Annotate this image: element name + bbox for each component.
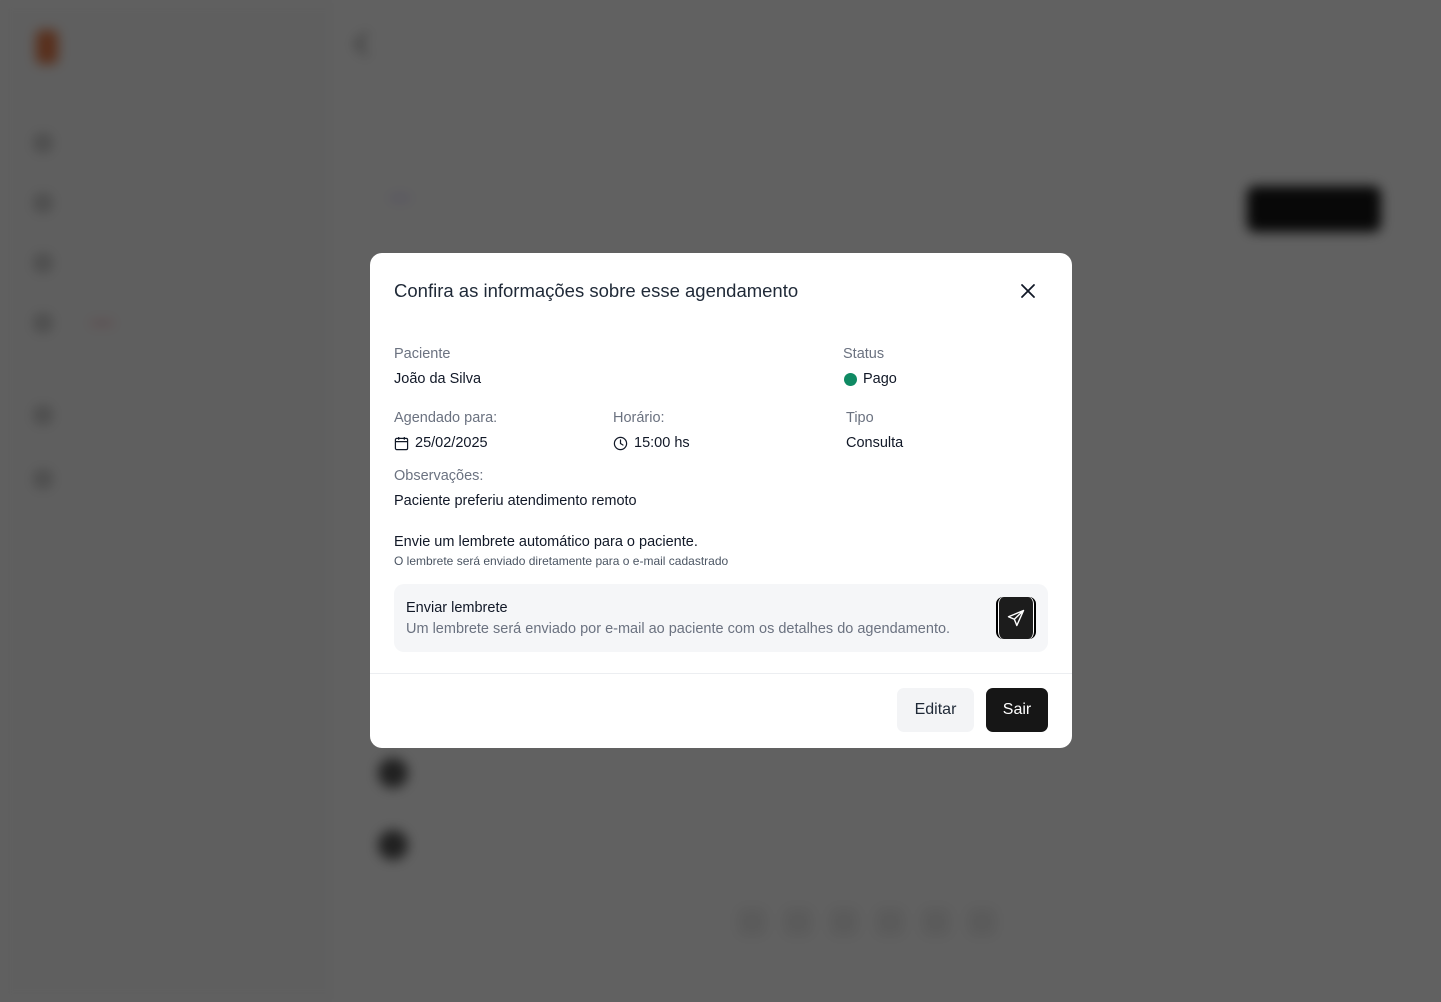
calendar-icon [394, 436, 409, 450]
reminder-subheading: O lembrete será enviado diretamente para… [394, 554, 729, 568]
reminder-card-title: Enviar lembrete [406, 600, 508, 616]
patient-label: Paciente [394, 346, 451, 362]
scheduled-date: 25/02/2025 [394, 435, 488, 451]
close-icon [1021, 284, 1035, 298]
scheduled-label: Agendado para: [394, 410, 498, 426]
status-badge: Pago [844, 371, 897, 387]
scheduled-value: 25/02/2025 [415, 435, 488, 451]
type-label: Tipo [846, 410, 874, 426]
send-icon [1007, 609, 1025, 627]
reminder-heading: Envie um lembrete automático para o paci… [394, 534, 698, 550]
close-button[interactable] [1015, 278, 1041, 304]
time-label: Horário: [613, 410, 665, 426]
reminder-card-description: Um lembrete será enviado por e-mail ao p… [406, 621, 951, 637]
exit-button[interactable]: Sair [986, 688, 1048, 732]
notes-label: Observações: [394, 468, 484, 484]
status-dot-icon [844, 372, 857, 386]
status-value: Pago [863, 371, 897, 387]
type-value: Consulta [846, 435, 904, 451]
time-field: 15:00 hs [613, 435, 690, 451]
send-reminder-card: Enviar lembrete Um lembrete será enviado… [394, 584, 1048, 652]
time-value: 15:00 hs [634, 435, 690, 451]
appointment-details-modal: Confira as informações sobre esse agenda… [370, 253, 1072, 748]
clock-icon [613, 436, 628, 450]
send-reminder-button[interactable] [996, 597, 1036, 639]
modal-title: Confira as informações sobre esse agenda… [394, 280, 799, 301]
footer-divider [370, 673, 1072, 674]
patient-value: João da Silva [394, 371, 482, 387]
edit-button[interactable]: Editar [897, 688, 974, 732]
notes-value: Paciente preferiu atendimento remoto [394, 493, 637, 509]
status-label: Status [843, 346, 885, 362]
